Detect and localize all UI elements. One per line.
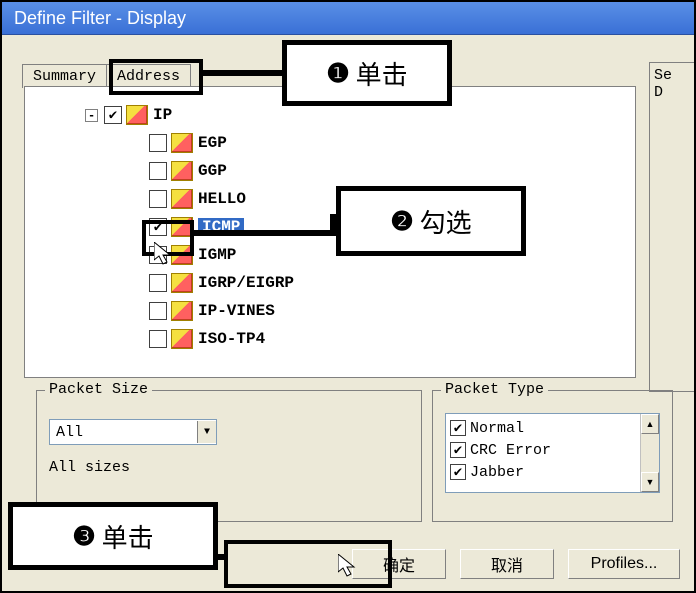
checkbox[interactable] <box>149 274 167 292</box>
annotation-box-ok <box>224 540 392 588</box>
collapse-icon[interactable]: - <box>85 109 98 122</box>
annotation-box-address <box>109 59 203 95</box>
packet-type-label: Normal <box>470 420 524 437</box>
tree-item-ipvines[interactable]: IP-VINES <box>149 297 625 325</box>
checkbox[interactable] <box>149 134 167 152</box>
packet-type-label: CRC Error <box>470 442 551 459</box>
chevron-down-icon[interactable]: ▼ <box>197 421 216 443</box>
tree-item-label: IGMP <box>198 246 236 264</box>
window-title: Define Filter - Display <box>14 8 186 28</box>
packet-type-group: Packet Type ✔ Normal ✔ CRC Error ✔ Jabbe… <box>432 390 673 522</box>
right-panel-line2: D <box>654 84 690 101</box>
annotation-connector-2a <box>254 230 336 236</box>
annotation-text-2: 勾选 <box>420 203 472 240</box>
checkbox[interactable]: ✔ <box>450 420 466 436</box>
checkbox[interactable]: ✔ <box>450 464 466 480</box>
packet-type-normal[interactable]: ✔ Normal <box>450 417 636 439</box>
right-panel: Se D <box>649 62 694 392</box>
cancel-button-label: 取消 <box>491 552 523 576</box>
scrollbar[interactable]: ▲ ▼ <box>640 414 659 492</box>
button-bar: 确定 取消 Profiles... <box>352 549 680 579</box>
annotation-callout-2: ❷ 勾选 <box>336 186 526 256</box>
annotation-number-3: ❸ <box>72 521 95 552</box>
tab-summary[interactable]: Summary <box>22 64 107 88</box>
tree-item-label: HELLO <box>198 190 246 208</box>
annotation-callout-1: ❶ 单击 <box>282 40 452 106</box>
packet-type-list[interactable]: ✔ Normal ✔ CRC Error ✔ Jabber ▲ ▼ <box>445 413 660 493</box>
right-panel-line1: Se <box>654 67 690 84</box>
tree-item-isotp4[interactable]: ISO-TP4 <box>149 325 625 353</box>
protocol-icon <box>126 105 148 125</box>
tree-item-label: IP-VINES <box>198 302 275 320</box>
protocol-icon <box>171 189 193 209</box>
profiles-button-label: Profiles... <box>591 555 658 573</box>
checkbox[interactable] <box>149 190 167 208</box>
protocol-icon <box>171 301 193 321</box>
packet-type-label: Jabber <box>470 464 524 481</box>
cancel-button[interactable]: 取消 <box>460 549 554 579</box>
packet-type-jabber[interactable]: ✔ Jabber <box>450 461 636 483</box>
annotation-callout-3: ❸ 单击 <box>8 502 218 570</box>
annotation-number-2: ❷ <box>390 206 413 237</box>
tree-item-egp[interactable]: EGP <box>149 129 625 157</box>
checkbox[interactable] <box>149 162 167 180</box>
profiles-button[interactable]: Profiles... <box>568 549 680 579</box>
window-frame: Define Filter - Display Summary Address … <box>0 0 696 593</box>
packet-size-combo[interactable]: All ▼ <box>49 419 217 445</box>
tab-summary-label: Summary <box>33 68 96 85</box>
annotation-text-3: 单击 <box>102 518 154 555</box>
checkbox-ip[interactable]: ✔ <box>104 106 122 124</box>
protocol-icon <box>171 329 193 349</box>
packet-size-legend: Packet Size <box>45 381 152 398</box>
tree-item-label: IGRP/EIGRP <box>198 274 294 292</box>
annotation-number-1: ❶ <box>326 58 349 89</box>
tree-item-label: ISO-TP4 <box>198 330 265 348</box>
protocol-icon <box>171 161 193 181</box>
tree-root-label: IP <box>153 106 172 124</box>
tree-item-label: GGP <box>198 162 227 180</box>
protocol-icon <box>171 273 193 293</box>
annotation-box-icmp <box>142 220 194 256</box>
checkbox[interactable]: ✔ <box>450 442 466 458</box>
tree-item-label: EGP <box>198 134 227 152</box>
annotation-connector-2c <box>190 230 254 236</box>
packet-size-label: All sizes <box>49 459 409 476</box>
title-bar: Define Filter - Display <box>2 2 694 35</box>
checkbox[interactable] <box>149 330 167 348</box>
scroll-down-icon[interactable]: ▼ <box>641 472 659 492</box>
annotation-connector-1 <box>199 70 282 76</box>
checkbox[interactable] <box>149 302 167 320</box>
packet-type-crc[interactable]: ✔ CRC Error <box>450 439 636 461</box>
annotation-text-1: 单击 <box>356 55 408 92</box>
tree-item-ggp[interactable]: GGP <box>149 157 625 185</box>
protocol-icon <box>171 133 193 153</box>
scroll-up-icon[interactable]: ▲ <box>641 414 659 434</box>
tree-item-igrp[interactable]: IGRP/EIGRP <box>149 269 625 297</box>
packet-size-combo-value: All <box>56 424 83 441</box>
packet-type-legend: Packet Type <box>441 381 548 398</box>
